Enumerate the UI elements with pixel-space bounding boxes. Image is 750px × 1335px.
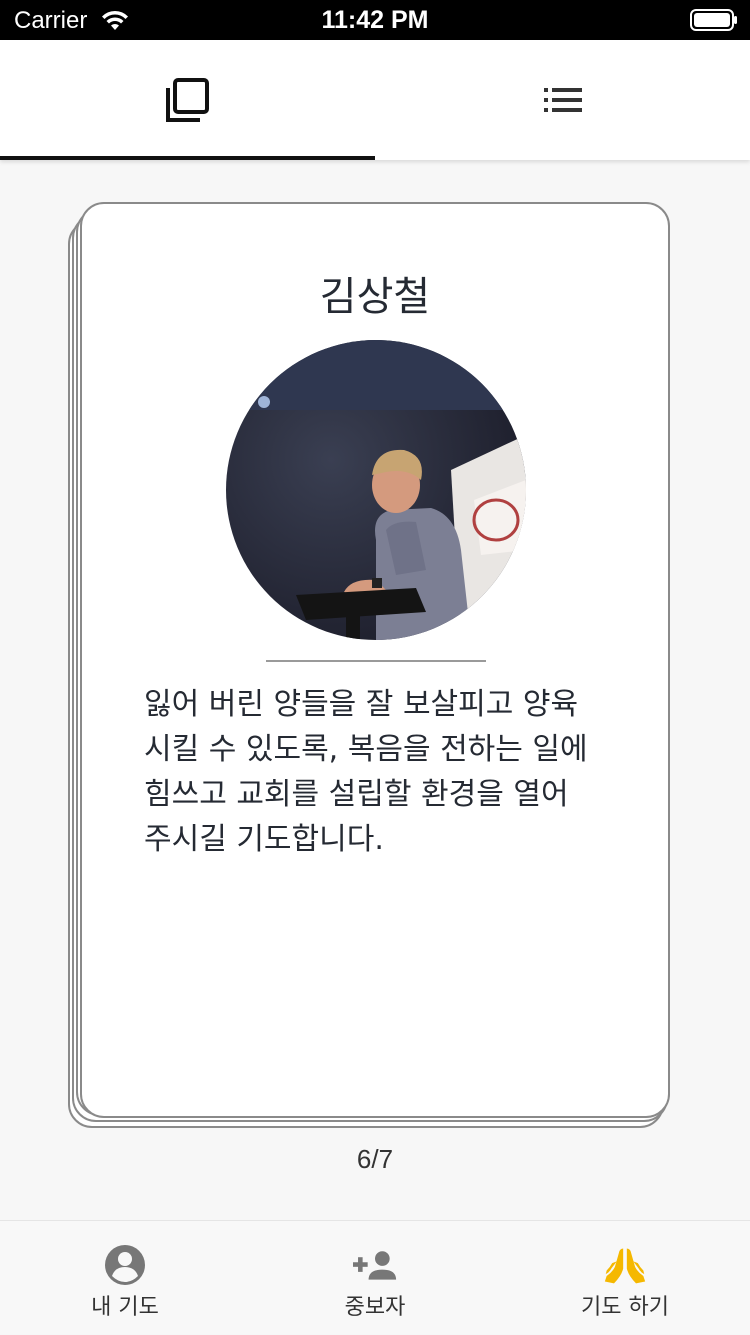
status-bar: Carrier 11:42 PM [0, 0, 750, 40]
tab-list-view[interactable] [375, 40, 750, 160]
praying-hands-icon [604, 1248, 646, 1284]
prayer-card[interactable]: 김상철 잃어 버린 양들을 잘 보살피고 양육 시킬 수 있도록, 복음을 전하… [80, 202, 670, 1118]
person-add-icon [353, 1251, 397, 1280]
nav-intercessor[interactable]: 중보자 [250, 1221, 500, 1335]
bottom-navigation: 내 기도 중보자 기도 하기 [0, 1220, 750, 1334]
nav-label: 중보자 [344, 1295, 406, 1320]
tab-card-view[interactable] [0, 40, 375, 160]
selected-tab-indicator [0, 156, 375, 160]
nav-pray[interactable]: 기도 하기 [500, 1221, 750, 1335]
person-at-podium-photo [226, 340, 526, 640]
list-icon [543, 88, 582, 112]
nav-label: 기도 하기 [581, 1295, 669, 1320]
prayer-card-stack[interactable]: 김상철 잃어 버린 양들을 잘 보살피고 양육 시킬 수 있도록, 복음을 전하… [68, 202, 670, 1128]
prayer-card-photo [226, 340, 526, 640]
card-divider [266, 660, 486, 662]
status-time: 11:42 PM [321, 6, 429, 34]
prayer-request-text: 잃어 버린 양들을 잘 보살피고 양육 시킬 수 있도록, 복음을 전하는 일에… [144, 687, 588, 857]
nav-my-prayer[interactable]: 내 기도 [0, 1221, 250, 1335]
page-indicator: 6/7 [356, 1144, 394, 1174]
prayer-card-name: 김상철 [319, 274, 431, 320]
battery-icon [690, 9, 737, 31]
account-circle-icon [105, 1245, 145, 1285]
card-stack-icon [165, 78, 209, 122]
nav-label: 내 기도 [91, 1295, 159, 1320]
view-tab-bar [0, 40, 750, 160]
